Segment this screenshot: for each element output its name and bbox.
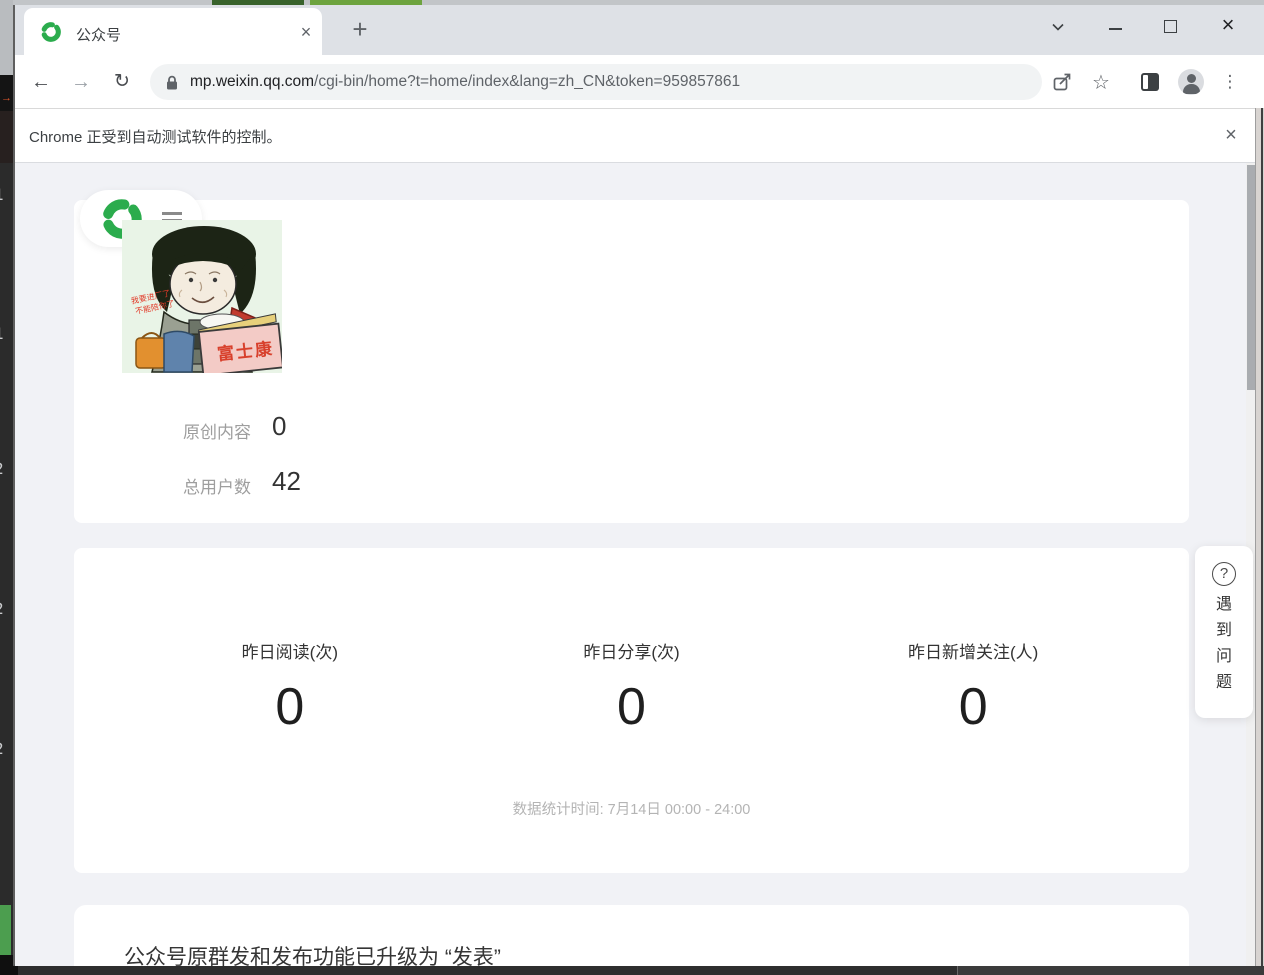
stat-yesterday-new-followers: 昨日新增关注(人) 0 (802, 638, 1144, 737)
help-char: 到 (1195, 618, 1253, 644)
page-viewport: 原创内容 0 总用户数 42 (15, 163, 1257, 966)
background-line-number: 2 (0, 460, 12, 477)
stat-value: 0 (802, 677, 1144, 737)
automation-infobar: Chrome 正受到自动测试软件的控制。 × (15, 108, 1264, 163)
background-bottom-bar-right (957, 966, 1264, 975)
stat-label: 昨日新增关注(人) (802, 638, 1144, 663)
stats-card: 昨日阅读(次) 0 昨日分享(次) 0 昨日新增关注(人) 0 数据统计时间: … (74, 548, 1189, 873)
wechat-mp-favicon-icon (40, 21, 62, 43)
address-bar[interactable]: mp.weixin.qq.com/cgi-bin/home?t=home/ind… (150, 64, 1042, 100)
question-mark-icon: ? (1212, 562, 1236, 586)
background-strip-dark (0, 111, 13, 163)
background-line-number: 1 (0, 325, 12, 342)
stat-value: 0 (461, 677, 803, 737)
background-green-block (0, 905, 11, 955)
stat-label: 昨日分享(次) (461, 638, 803, 663)
background-line-number: 2 (0, 600, 12, 617)
background-strip-top (0, 0, 13, 75)
stat-yesterday-shares: 昨日分享(次) 0 (461, 638, 803, 737)
window-maximize-button[interactable] (1156, 13, 1184, 41)
stat-value: 0 (119, 677, 461, 737)
help-char: 问 (1195, 644, 1253, 670)
profile-avatar-icon[interactable] (1178, 67, 1204, 97)
background-bottom-bar (0, 966, 1264, 975)
background-orange-marker: → (1, 93, 12, 104)
lock-icon (166, 75, 178, 90)
stat-yesterday-reads: 昨日阅读(次) 0 (119, 638, 461, 737)
stats-time-note: 数据统计时间: 7月14日 00:00 - 24:00 (74, 798, 1189, 819)
forward-button[interactable]: → (66, 67, 96, 97)
background-right-edge-line (1261, 108, 1263, 966)
window-minimize-button[interactable] (1101, 13, 1129, 41)
browser-menu-icon[interactable]: ⋮ (1220, 67, 1240, 97)
browser-toolbar: ← → ↻ mp.weixin.qq.com/cgi-bin/home?t=ho… (15, 55, 1264, 108)
tab-title: 公众号 (76, 24, 121, 45)
help-char: 遇 (1195, 592, 1253, 618)
stats-row: 昨日阅读(次) 0 昨日分享(次) 0 昨日新增关注(人) 0 (74, 638, 1189, 737)
url-path: /cgi-bin/home?t=home/index&lang=zh_CN&to… (314, 73, 740, 90)
back-button[interactable]: ← (26, 67, 56, 97)
background-line-number: 2 (0, 740, 12, 757)
infobar-close-icon[interactable]: × (1218, 123, 1244, 149)
notice-text: 公众号原群发和发布功能已升级为 “发表” (124, 941, 501, 966)
help-widget[interactable]: ? 遇 到 问 题 (1195, 546, 1253, 718)
share-icon[interactable] (1048, 67, 1076, 97)
bookmark-star-icon[interactable]: ☆ (1087, 67, 1115, 97)
tab-close-icon[interactable]: × (294, 21, 318, 45)
account-avatar-image[interactable]: 富士康 我要进厂了 不能陪你了 (122, 220, 282, 373)
url-text: mp.weixin.qq.com/cgi-bin/home?t=home/ind… (190, 73, 740, 91)
new-tab-button[interactable]: + (345, 15, 375, 45)
notice-card: 公众号原群发和发布功能已升级为 “发表” (74, 905, 1189, 966)
tab-strip: 公众号 × + × (15, 5, 1264, 55)
infobar-message: Chrome 正受到自动测试软件的控制。 (29, 126, 282, 147)
stat-label: 昨日阅读(次) (119, 638, 461, 663)
window-close-button[interactable]: × (1214, 11, 1242, 39)
url-domain: mp.weixin.qq.com (190, 73, 314, 90)
background-bottom-bar-left (0, 966, 18, 975)
total-users-label: 总用户数 (183, 473, 251, 498)
total-users-value: 42 (272, 466, 301, 497)
original-content-label: 原创内容 (183, 418, 251, 443)
reload-button[interactable]: ↻ (107, 67, 137, 97)
background-editor-strip: → 1 1 2 2 2 (0, 0, 13, 975)
help-char: 题 (1195, 670, 1253, 696)
tab-search-chevron-icon[interactable] (1044, 13, 1072, 41)
side-panel-icon[interactable] (1138, 67, 1162, 97)
browser-window: 公众号 × + × ← → ↻ mp.weixin.qq.com/cgi-bin… (13, 5, 1264, 966)
background-line-number: 1 (0, 186, 12, 203)
original-content-value: 0 (272, 411, 286, 442)
tab-gongzhonghao[interactable]: 公众号 × (24, 8, 322, 55)
